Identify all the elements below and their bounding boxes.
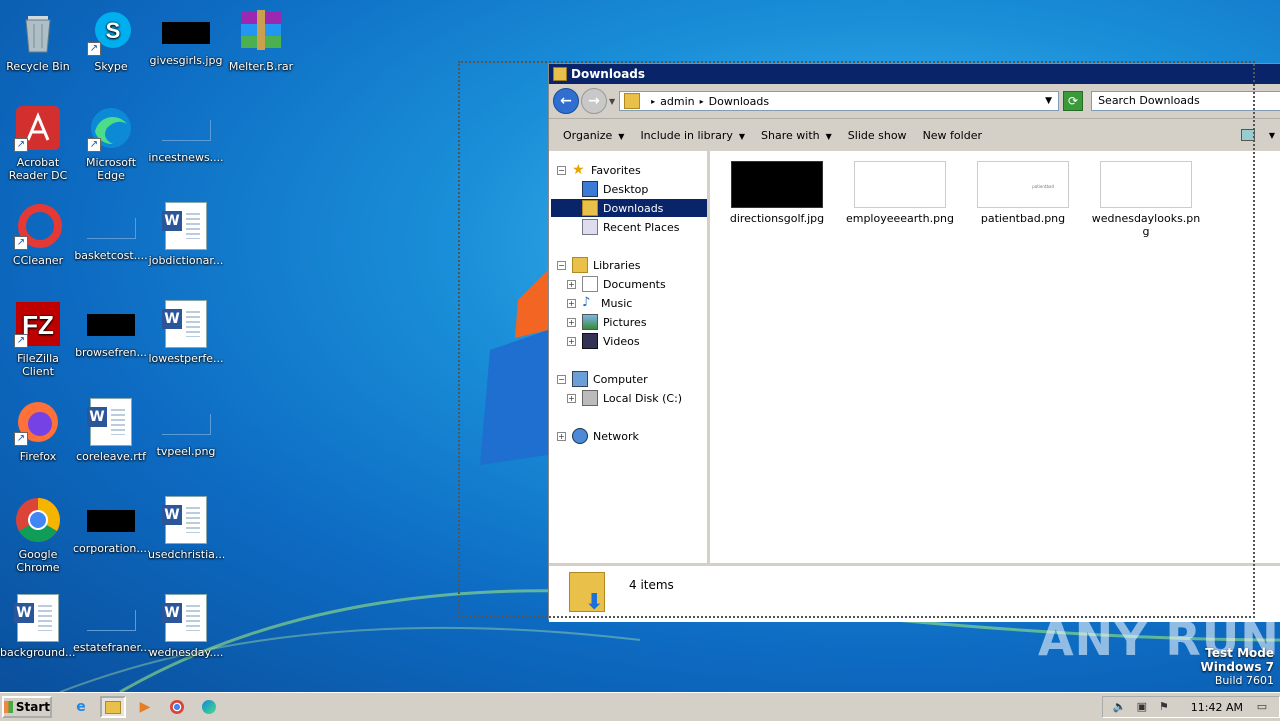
image-file-icon	[86, 610, 136, 631]
desktop-icon-coreleave[interactable]: W coreleave.rtf	[73, 398, 149, 463]
system-tray: 🔈 ▣ ⚑ 11:42 AM ▭	[1101, 696, 1280, 718]
desktop-icon-label: coreleave.rtf	[76, 450, 146, 463]
chrome-icon	[170, 700, 184, 714]
windows-version-line: Windows 7	[1200, 660, 1274, 674]
word-doc-icon: W	[14, 594, 59, 642]
filezilla-icon: FZ ↗	[14, 300, 62, 348]
network-icon[interactable]: ▣	[1135, 700, 1149, 714]
desktop-icon-label: Skype	[94, 60, 128, 73]
desktop-icon-ccleaner[interactable]: ↗ CCleaner	[0, 202, 76, 267]
image-file-icon	[162, 22, 210, 44]
taskbar: Start e ▶ 🔈 ▣ ⚑ 11:42 AM ▭	[0, 692, 1280, 721]
winrar-icon	[237, 8, 285, 56]
desktop-icon-skype[interactable]: S ↗ Skype	[73, 8, 149, 73]
taskbar-chrome[interactable]	[164, 696, 190, 718]
show-desktop-icon[interactable]: ▭	[1255, 700, 1269, 714]
test-mode-line: Test Mode	[1205, 646, 1274, 660]
taskbar-edge[interactable]	[196, 696, 222, 718]
selection-rectangle	[458, 61, 1255, 618]
desktop-icon-jobdictionary[interactable]: W jobdictionar...	[148, 202, 224, 267]
desktop-icon-recycle-bin[interactable]: Recycle Bin	[0, 8, 76, 73]
desktop-icon-basketcost[interactable]: basketcost....	[73, 202, 149, 262]
shortcut-arrow-icon: ↗	[14, 236, 28, 250]
desktop-icon-givesgirls[interactable]: givesgirls.jpg	[148, 8, 224, 67]
taskbar-ie[interactable]: e	[68, 696, 94, 718]
desktop-icon-estatefraner[interactable]: estatefraner...	[73, 594, 149, 654]
word-doc-icon: W	[162, 202, 207, 250]
desktop-icon-background[interactable]: W background....	[0, 594, 76, 659]
desktop-icon-label: lowestperfe...	[148, 352, 224, 365]
desktop-icon-label: wednesday....	[148, 646, 224, 659]
image-file-icon	[87, 314, 135, 336]
shortcut-arrow-icon: ↗	[14, 334, 28, 348]
folder-icon	[105, 700, 121, 714]
shortcut-arrow-icon: ↗	[87, 138, 101, 152]
edge-icon	[202, 700, 216, 714]
taskbar-media-player[interactable]: ▶	[132, 696, 158, 718]
shortcut-arrow-icon: ↗	[14, 138, 28, 152]
desktop-icon-lowestperfe[interactable]: W lowestperfe...	[148, 300, 224, 365]
desktop-icon-label: browsefren...	[75, 346, 147, 359]
desktop-icon-chrome[interactable]: Google Chrome	[0, 496, 76, 574]
desktop-icon-label: corporation....	[73, 542, 149, 555]
desktop-icon-label: basketcost....	[74, 249, 148, 262]
ccleaner-icon: ↗	[14, 202, 62, 250]
desktop-icon-edge[interactable]: ↗ Microsoft Edge	[73, 104, 149, 182]
desktop-icon-label: usedchristia...	[148, 548, 224, 561]
media-player-icon: ▶	[139, 699, 151, 715]
desktop-icon-label: background....	[0, 646, 76, 659]
desktop-icon-label: Firefox	[19, 450, 57, 463]
desktop-icon-label: Recycle Bin	[6, 60, 70, 73]
chrome-icon	[14, 496, 62, 544]
word-doc-icon: W	[87, 398, 132, 446]
desktop-icon-label: estatefraner...	[73, 641, 149, 654]
build-line: Build 7601	[1214, 674, 1274, 687]
desktop-icon-label: Google Chrome	[16, 548, 60, 574]
image-file-icon	[161, 414, 211, 435]
edge-icon: ↗	[87, 104, 135, 152]
desktop-icon-label: incestnews....	[148, 151, 224, 164]
image-file-icon	[87, 510, 135, 532]
desktop-icon-filezilla[interactable]: FZ ↗ FileZilla Client	[0, 300, 76, 378]
desktop-icon-usedchristia[interactable]: W usedchristia...	[148, 496, 224, 561]
desktop-icon-melter[interactable]: Melter.B.rar	[223, 8, 299, 73]
desktop-icon-tvpeel[interactable]: tvpeel.png	[148, 398, 224, 458]
desktop-icon-label: Microsoft Edge	[85, 156, 137, 182]
desktop-icon-corporation[interactable]: corporation....	[73, 496, 149, 555]
desktop-icon-label: CCleaner	[12, 254, 64, 267]
word-doc-icon: W	[162, 496, 207, 544]
image-file-icon	[161, 120, 211, 141]
shortcut-arrow-icon: ↗	[14, 432, 28, 446]
taskbar-explorer[interactable]	[100, 696, 126, 718]
start-label: Start	[15, 700, 50, 714]
word-doc-icon: W	[162, 300, 207, 348]
desktop-icon-acrobat[interactable]: ↗ Acrobat Reader DC	[0, 104, 76, 182]
windows-flag-icon	[4, 701, 13, 713]
acrobat-icon: ↗	[14, 104, 62, 152]
desktop-icon-label: FileZilla Client	[17, 352, 59, 378]
desktop-icon-label: tvpeel.png	[156, 445, 216, 458]
firefox-icon: ↗	[14, 398, 62, 446]
desktop-icon-incestnews[interactable]: incestnews....	[148, 104, 224, 164]
view-dropdown-icon[interactable]: ▼	[1269, 131, 1275, 140]
desktop-icon-label: Acrobat Reader DC	[8, 156, 68, 182]
ie-icon: e	[76, 699, 86, 715]
desktop-icon-label: jobdictionar...	[148, 254, 224, 267]
volume-icon[interactable]: 🔈	[1113, 700, 1127, 714]
test-mode-notice: Test Mode Windows 7 Build 7601	[1201, 646, 1274, 688]
desktop-icon-wednesday[interactable]: W wednesday....	[148, 594, 224, 659]
desktop-icon-label: givesgirls.jpg	[149, 54, 223, 67]
start-button[interactable]: Start	[2, 696, 52, 718]
clock[interactable]: 11:42 AM	[1191, 701, 1243, 714]
desktop-icon-label: Melter.B.rar	[228, 60, 294, 73]
desktop-icon-browsefren[interactable]: browsefren...	[73, 300, 149, 359]
action-center-flag-icon[interactable]: ⚑	[1157, 700, 1171, 714]
image-file-icon	[86, 218, 136, 239]
svg-text:S: S	[106, 18, 121, 43]
recycle-bin-icon	[14, 8, 62, 56]
word-doc-icon: W	[162, 594, 207, 642]
desktop-icon-firefox[interactable]: ↗ Firefox	[0, 398, 76, 463]
shortcut-arrow-icon: ↗	[87, 42, 101, 56]
skype-icon: S ↗	[87, 8, 135, 56]
